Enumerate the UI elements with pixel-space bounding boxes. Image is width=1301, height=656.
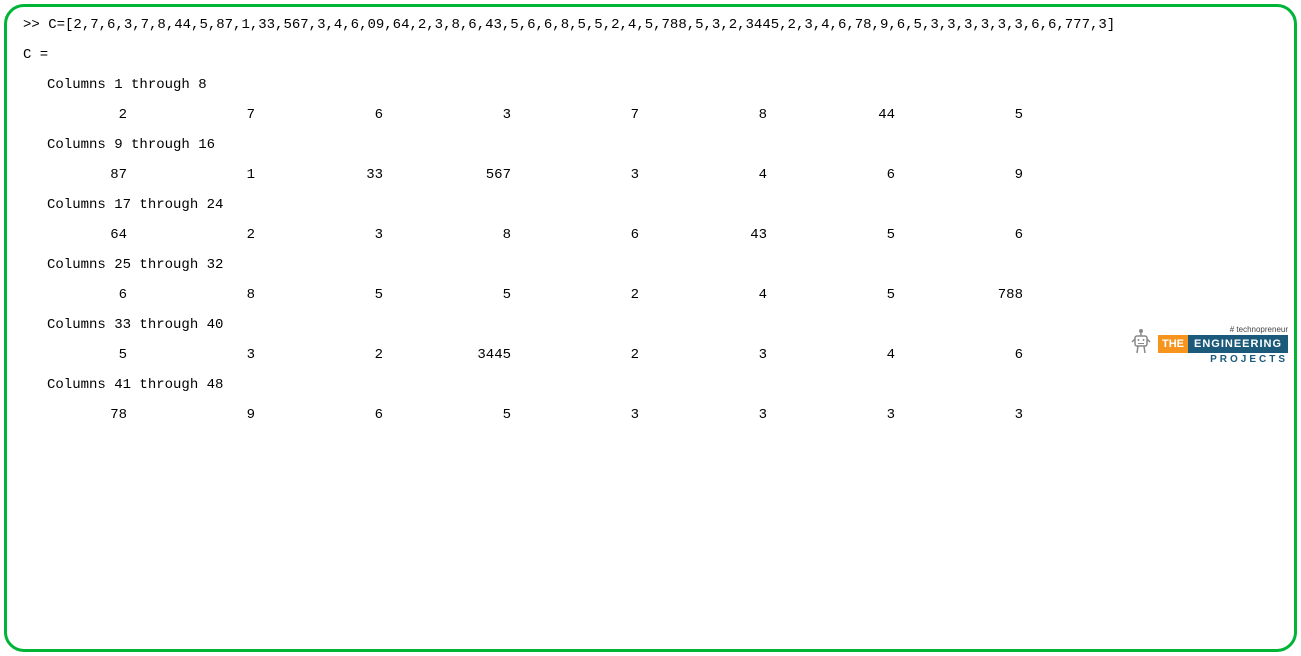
- data-cell: 3: [403, 107, 531, 123]
- data-cell: 2: [147, 227, 275, 243]
- data-cell: 78: [47, 407, 147, 423]
- data-cell: 3: [275, 227, 403, 243]
- data-cell: 6: [531, 227, 659, 243]
- data-cell: 8: [147, 287, 275, 303]
- data-cell: 5: [275, 287, 403, 303]
- data-cell: 33: [275, 167, 403, 183]
- data-cell: 6: [915, 347, 1043, 363]
- prompt: >>: [23, 17, 48, 33]
- watermark: # technopreneur THE ENGINEERING PROJECTS: [1128, 325, 1288, 365]
- data-cell: 7: [531, 107, 659, 123]
- data-cell: 44: [787, 107, 915, 123]
- data-cell: 4: [659, 167, 787, 183]
- command-line[interactable]: >> C=[2,7,6,3,7,8,44,5,87,1,33,567,3,4,6…: [23, 17, 1278, 33]
- data-cell: 2: [531, 347, 659, 363]
- data-cell: 64: [47, 227, 147, 243]
- data-cell: 5: [403, 287, 531, 303]
- data-row: 53234452346: [47, 347, 1278, 363]
- data-cell: 567: [403, 167, 531, 183]
- data-cell: 7: [147, 107, 275, 123]
- terminal-frame: >> C=[2,7,6,3,7,8,44,5,87,1,33,567,3,4,6…: [4, 4, 1297, 652]
- watermark-text: # technopreneur THE ENGINEERING PROJECTS: [1158, 325, 1288, 365]
- data-cell: 9: [915, 167, 1043, 183]
- variable-echo: C =: [23, 47, 1278, 63]
- column-range-header: Columns 41 through 48: [47, 377, 1278, 393]
- data-row: 871335673469: [47, 167, 1278, 183]
- data-row: 789653333: [47, 407, 1278, 423]
- data-cell: 3: [659, 407, 787, 423]
- watermark-the: THE: [1158, 335, 1188, 353]
- data-row: 6423864356: [47, 227, 1278, 243]
- data-cell: 5: [915, 107, 1043, 123]
- column-range-header: Columns 33 through 40: [47, 317, 1278, 333]
- data-cell: 5: [787, 287, 915, 303]
- data-cell: 5: [403, 407, 531, 423]
- column-range-header: Columns 25 through 32: [47, 257, 1278, 273]
- watermark-engineering: ENGINEERING: [1188, 335, 1288, 353]
- data-row: 6855245788: [47, 287, 1278, 303]
- data-cell: 3: [531, 407, 659, 423]
- watermark-tagline: # technopreneur: [1158, 325, 1288, 334]
- data-cell: 6: [47, 287, 147, 303]
- data-cell: 6: [915, 227, 1043, 243]
- data-cell: 1: [147, 167, 275, 183]
- data-cell: 43: [659, 227, 787, 243]
- output-sections: Columns 1 through 8276378445Columns 9 th…: [23, 77, 1278, 423]
- data-cell: 8: [403, 227, 531, 243]
- data-row: 276378445: [47, 107, 1278, 123]
- data-cell: 3: [659, 347, 787, 363]
- column-range-header: Columns 9 through 16: [47, 137, 1278, 153]
- column-range-header: Columns 17 through 24: [47, 197, 1278, 213]
- data-cell: 6: [275, 107, 403, 123]
- watermark-projects: PROJECTS: [1158, 354, 1288, 365]
- data-cell: 4: [787, 347, 915, 363]
- data-cell: 3: [531, 167, 659, 183]
- data-cell: 2: [47, 107, 147, 123]
- data-cell: 87: [47, 167, 147, 183]
- data-cell: 9: [147, 407, 275, 423]
- data-cell: 6: [275, 407, 403, 423]
- robot-icon: [1128, 326, 1154, 364]
- data-cell: 8: [659, 107, 787, 123]
- data-cell: 6: [787, 167, 915, 183]
- column-range-header: Columns 1 through 8: [47, 77, 1278, 93]
- data-cell: 2: [531, 287, 659, 303]
- data-cell: 2: [275, 347, 403, 363]
- data-cell: 3: [915, 407, 1043, 423]
- data-cell: 3: [787, 407, 915, 423]
- data-cell: 3: [147, 347, 275, 363]
- data-cell: 788: [915, 287, 1043, 303]
- data-cell: 5: [47, 347, 147, 363]
- data-cell: 5: [787, 227, 915, 243]
- data-cell: 4: [659, 287, 787, 303]
- command-text: C=[2,7,6,3,7,8,44,5,87,1,33,567,3,4,6,09…: [48, 17, 1115, 33]
- data-cell: 3445: [403, 347, 531, 363]
